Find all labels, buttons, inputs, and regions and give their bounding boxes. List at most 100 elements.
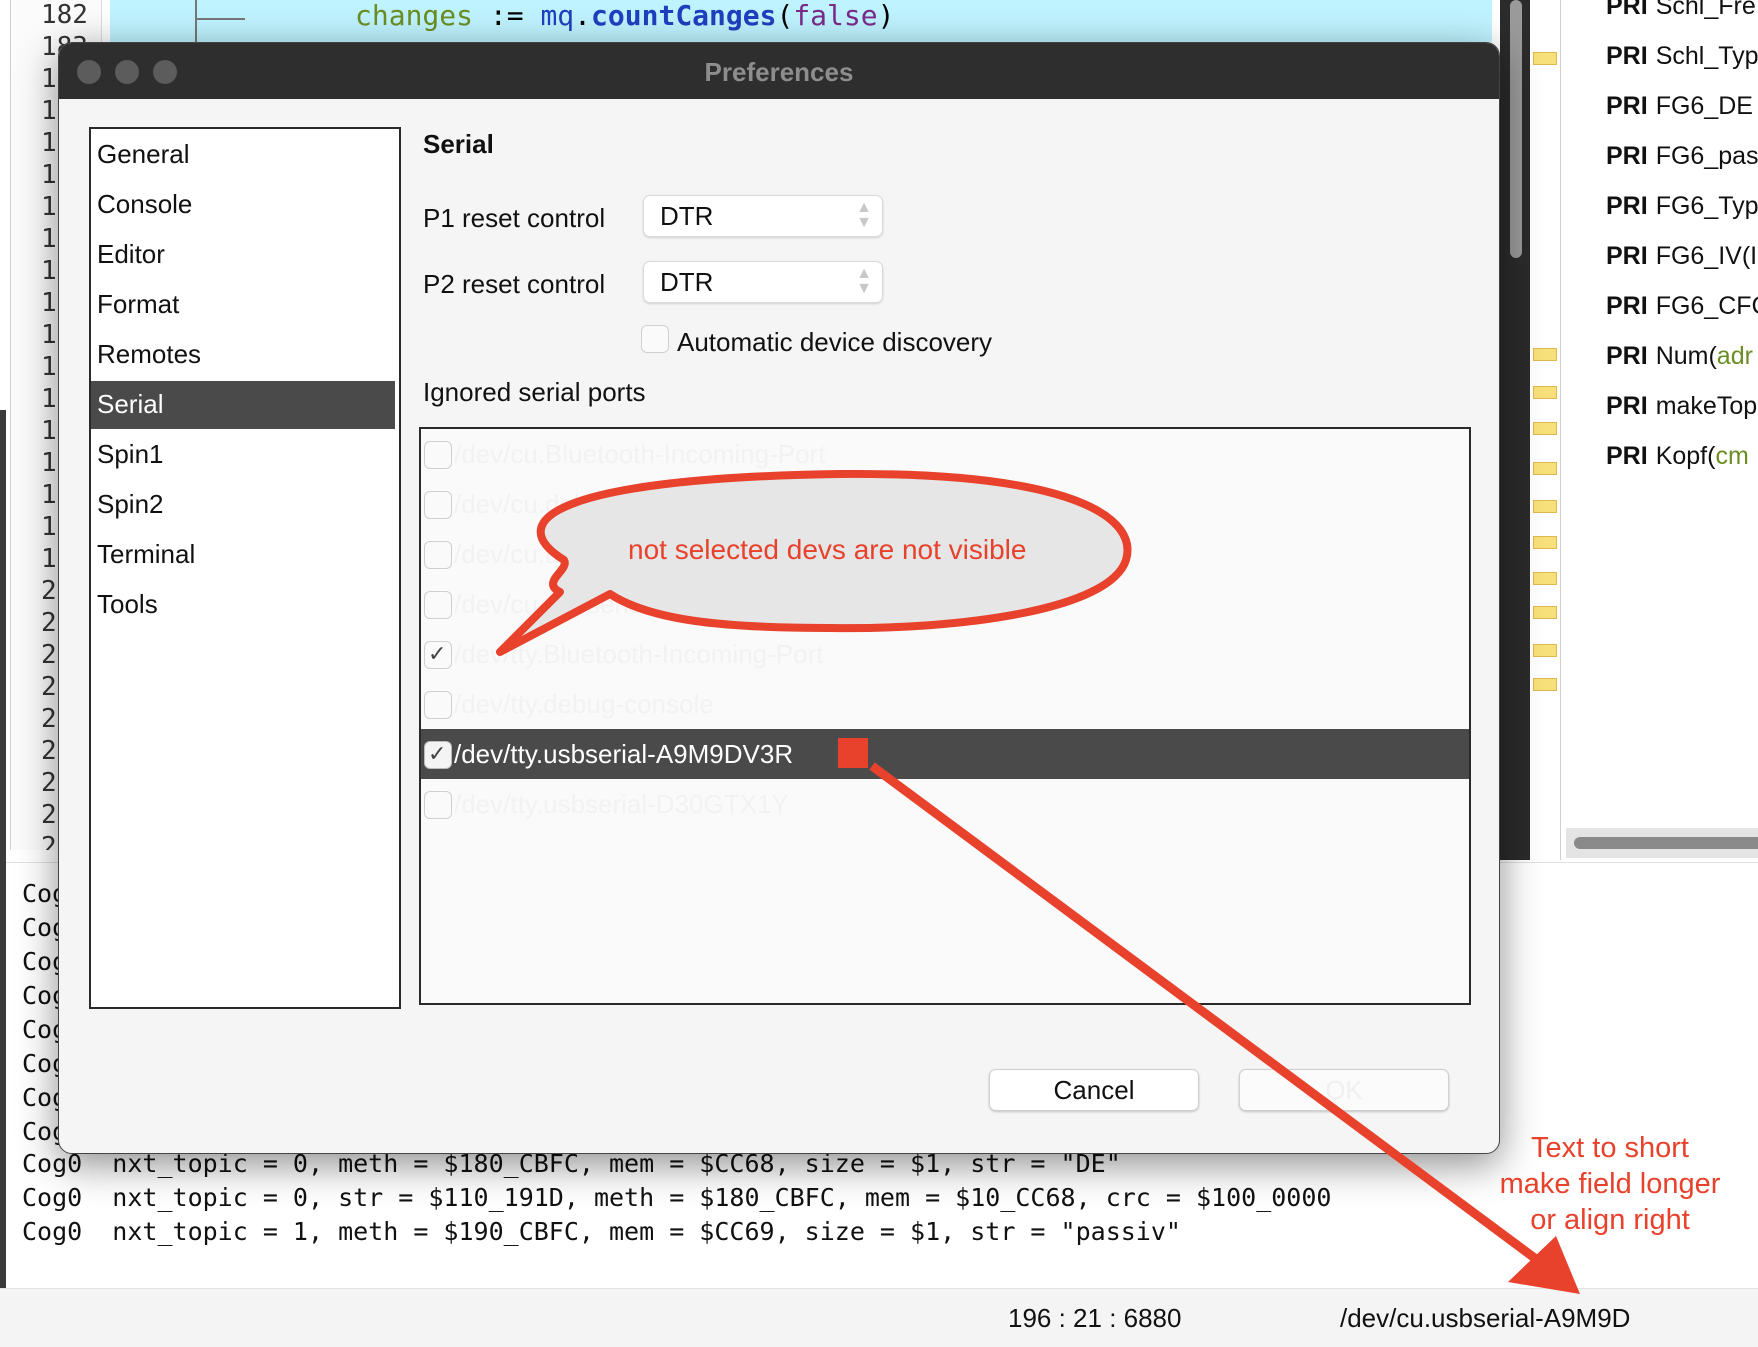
code-object: mq xyxy=(540,0,575,32)
change-marker[interactable] xyxy=(1533,536,1557,549)
port-row[interactable]: /dev/cu.Bluetooth-Incoming-Port xyxy=(421,429,1469,479)
change-marker[interactable] xyxy=(1533,606,1557,619)
outline-item-keyword: PRI xyxy=(1606,292,1648,320)
outline-item[interactable]: PRI Num(adr xyxy=(1606,342,1753,371)
port-checkbox[interactable] xyxy=(424,691,452,719)
ok-button[interactable]: OK xyxy=(1239,1069,1449,1111)
category-item-spin2[interactable]: Spin2 xyxy=(91,481,399,529)
outline-item[interactable]: PRI makeTop xyxy=(1606,392,1757,421)
outline-item[interactable]: PRI FG6_pas xyxy=(1606,142,1758,171)
outline-panel: PRI Schl_Fre PRI Schl_Typ PRI FG6_DE PRI FG6_pa… xyxy=(1566,0,1758,860)
category-label: General xyxy=(97,139,190,169)
port-row[interactable]: /dev/tty.debug-console xyxy=(421,679,1469,729)
change-marker[interactable] xyxy=(1533,462,1557,475)
code-line-text: changes := mq.countCanges(false) xyxy=(355,0,894,32)
auto-discovery-label: Automatic device discovery xyxy=(677,327,993,357)
note-line-1: Text to short xyxy=(1531,1132,1689,1164)
category-item-terminal[interactable]: Terminal xyxy=(91,531,399,579)
outline-item[interactable]: PRI Kopf(cm xyxy=(1606,442,1749,471)
port-name: /dev/cu.debug-console xyxy=(454,489,716,519)
auto-discovery-checkbox[interactable] xyxy=(641,325,669,353)
port-row[interactable]: /dev/cu.debug-console xyxy=(421,479,1469,529)
port-checkbox[interactable] xyxy=(424,491,452,519)
port-row[interactable]: /dev/tty.usbserial-A9M9DV3R xyxy=(421,729,1469,779)
port-checkbox[interactable] xyxy=(424,591,452,619)
bubble-annotation-text: not selected devs are not visible xyxy=(628,534,1027,565)
p2-reset-value: DTR xyxy=(660,267,714,297)
port-name: /dev/tty.usbserial-D30GTX1Y xyxy=(454,789,789,819)
cursor-position: 196 : 21 : 6880 xyxy=(1008,1303,1182,1333)
p2-reset-label: P2 reset control xyxy=(423,269,606,299)
port-name: /dev/tty.debug-console xyxy=(454,689,714,719)
change-marker[interactable] xyxy=(1533,644,1557,657)
outline-item-name: FG6_IV(I xyxy=(1655,242,1758,270)
p1-reset-select[interactable]: DTR ▲ ▼ xyxy=(643,195,883,237)
cancel-button[interactable]: Cancel xyxy=(989,1069,1199,1111)
change-marker[interactable] xyxy=(1533,52,1557,65)
change-marker[interactable] xyxy=(1533,422,1557,435)
console-row: Cog0 nxt_topic = 0, str = $110_191D, met… xyxy=(22,1183,1332,1212)
category-label: Spin1 xyxy=(97,439,164,469)
code-operator: := xyxy=(473,0,541,32)
change-marker[interactable] xyxy=(1533,500,1557,513)
outline-item[interactable]: PRIFG6_CFC xyxy=(1606,292,1758,321)
port-checkbox[interactable] xyxy=(424,641,452,669)
port-row[interactable]: /dev/tty.usbserial-D30GTX1Y xyxy=(421,779,1469,829)
outline-item[interactable]: PRI Schl_Typ xyxy=(1606,42,1758,71)
port-name: /dev/cu.usbserial-D30GTX1Y xyxy=(454,589,791,619)
outline-item-keyword: PRI xyxy=(1606,142,1648,170)
outline-item-arg: adr xyxy=(1716,342,1753,370)
outline-item[interactable]: PRI FG6_Typ xyxy=(1606,192,1758,221)
category-item-tools[interactable]: Tools xyxy=(91,581,399,629)
category-item-format[interactable]: Format xyxy=(91,281,399,329)
category-item-console[interactable]: Console xyxy=(91,181,399,229)
outline-item-keyword: PRI xyxy=(1606,342,1648,370)
status-bar: 196 : 21 : 6880 /dev/cu.usbserial-A9M9D xyxy=(0,1288,1758,1347)
dialog-titlebar[interactable]: Preferences xyxy=(59,43,1499,99)
change-marker[interactable] xyxy=(1533,348,1557,361)
ignored-ports-list[interactable]: /dev/cu.Bluetooth-Incoming-Port/dev/cu.d… xyxy=(419,427,1471,1005)
port-checkbox[interactable] xyxy=(424,791,452,819)
category-item-remotes[interactable]: Remotes xyxy=(91,331,399,379)
change-marker[interactable] xyxy=(1533,678,1557,691)
port-checkbox[interactable] xyxy=(424,441,452,469)
outline-item[interactable]: PRI Schl_Fre xyxy=(1606,0,1756,21)
p2-reset-select[interactable]: DTR ▲ ▼ xyxy=(643,261,883,303)
editor-scrollbar[interactable] xyxy=(1500,0,1530,860)
code-variable: changes xyxy=(355,0,474,32)
outline-item-name: Kopf( xyxy=(1655,442,1716,470)
port-checkbox[interactable] xyxy=(424,741,452,769)
category-item-spin1[interactable]: Spin1 xyxy=(91,431,399,479)
note-line-2: make field longer xyxy=(1499,1168,1721,1200)
port-name: /dev/cu.Bluetooth-Incoming-Port xyxy=(454,439,826,469)
outline-item[interactable]: PRI FG6_IV(I xyxy=(1606,242,1757,271)
change-marker[interactable] xyxy=(1533,386,1557,399)
outline-item[interactable]: PRI FG6_DE xyxy=(1606,92,1753,121)
current-port: /dev/cu.usbserial-A9M9D xyxy=(1340,1303,1631,1333)
note-line-3: or align right xyxy=(1530,1204,1690,1236)
editor-scrollbar-thumb[interactable] xyxy=(1510,0,1522,258)
code-paren-open: ( xyxy=(776,0,794,32)
code-dot: . xyxy=(574,0,592,32)
category-item-general[interactable]: General xyxy=(91,131,399,179)
category-label: Tools xyxy=(97,589,158,619)
preferences-dialog: Preferences General Console Editor Format Re… xyxy=(58,42,1500,1154)
marker-strip xyxy=(1530,0,1561,860)
outline-item-name: Num( xyxy=(1655,342,1717,370)
category-list[interactable]: General Console Editor Format Remotes Serial S… xyxy=(89,127,401,1009)
port-row[interactable]: /dev/tty.Bluetooth-Incoming-Port xyxy=(421,629,1469,679)
category-item-serial[interactable]: Serial xyxy=(91,381,395,429)
code-paren-close: ) xyxy=(877,0,895,32)
port-name: /dev/tty.Bluetooth-Incoming-Port xyxy=(454,639,824,669)
outline-scrollbar-thumb[interactable] xyxy=(1574,837,1758,849)
outline-item-keyword: PRI xyxy=(1606,92,1648,120)
change-marker[interactable] xyxy=(1533,572,1557,585)
port-checkbox[interactable] xyxy=(424,541,452,569)
category-label: Serial xyxy=(97,389,164,419)
port-row[interactable]: /dev/cu.usbserial-D30GTX1Y xyxy=(421,579,1469,629)
dialog-title: Preferences xyxy=(704,57,854,87)
code-argument: false xyxy=(793,0,878,32)
code-line-highlighted[interactable]: changes := mq.countCanges(false) xyxy=(110,0,1492,42)
outline-scrollbar[interactable] xyxy=(1566,828,1758,858)
category-item-editor[interactable]: Editor xyxy=(91,231,399,279)
